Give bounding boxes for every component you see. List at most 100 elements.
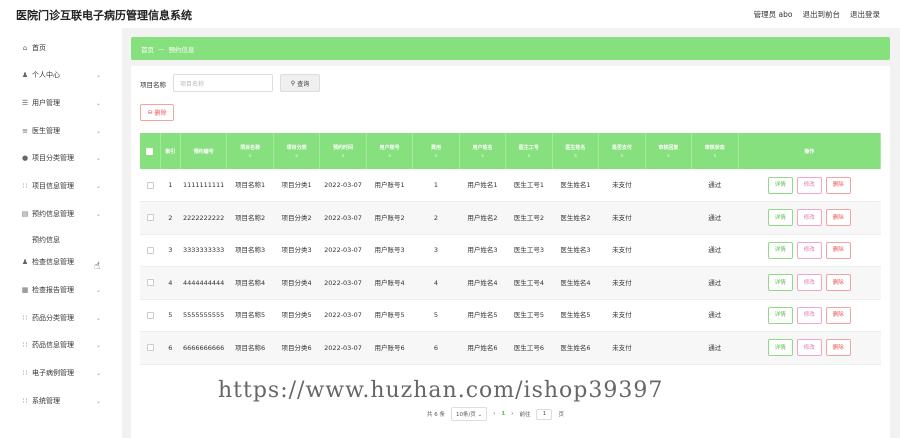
- sidebar-item[interactable]: ▤ 预约信息管理 ⌄: [0, 204, 122, 224]
- sidebar-item[interactable]: ≡ 医生管理 ⌄: [0, 121, 122, 141]
- page-size-select[interactable]: 10条/页 ⌄: [451, 407, 488, 421]
- detail-button[interactable]: 详情: [767, 176, 793, 194]
- row-checkbox-cell[interactable]: [140, 201, 161, 235]
- edit-button[interactable]: 修改: [796, 209, 822, 227]
- edit-button[interactable]: 修改: [796, 274, 822, 292]
- edit-button[interactable]: 修改: [796, 176, 822, 194]
- table-row[interactable]: 3 3333333333 项目名称3 项目分类3 2022-03-07 用户账号3 3 用户姓…: [140, 234, 881, 267]
- column-header[interactable]: 操作: [738, 133, 882, 169]
- cell-fee-value: 6: [433, 343, 439, 352]
- sidebar-item[interactable]: ♟ 个人中心 ⌄: [0, 65, 122, 85]
- chevron-down-icon: ⌄: [96, 182, 102, 190]
- sidebar-item[interactable]: ▦ 检查报告管理 ⌄: [0, 280, 122, 300]
- sidebar-item[interactable]: ☰ 用户管理 ⌄: [0, 93, 122, 113]
- column-header[interactable]: 是否支付 ⇅: [598, 133, 646, 169]
- column-header[interactable]: 预约时间 ⇅: [319, 133, 367, 169]
- column-header[interactable]: 索引: [160, 133, 181, 169]
- row-checkbox[interactable]: [146, 344, 154, 352]
- cell-category-value: 项目分类4: [281, 278, 312, 287]
- sort-icon[interactable]: ⇅: [553, 153, 598, 158]
- sidebar-item[interactable]: ∷ 电子病例管理 ⌄: [0, 363, 122, 383]
- row-checkbox-cell[interactable]: [140, 169, 161, 202]
- next-page-button[interactable]: ›: [511, 411, 513, 417]
- detail-button[interactable]: 详情: [767, 209, 793, 227]
- detail-button[interactable]: 详情: [767, 339, 793, 357]
- search-button[interactable]: ⚲ 查询: [280, 74, 320, 92]
- edit-button[interactable]: 修改: [796, 339, 822, 357]
- table-row[interactable]: 4 4444444444 项目名称4 项目分类4 2022-03-07 用户账号4 4 用户姓…: [140, 266, 881, 300]
- column-header[interactable]: 用户姓名 ⇅: [459, 133, 507, 169]
- row-checkbox[interactable]: [146, 181, 154, 189]
- prev-page-button[interactable]: ‹: [493, 411, 495, 417]
- sidebar-item[interactable]: ∷ 项目信息管理 ⌄: [0, 176, 122, 196]
- cell-project-value: 项目名称6: [235, 343, 266, 352]
- sort-icon[interactable]: ⇅: [506, 153, 551, 158]
- delete-button[interactable]: 删除: [825, 209, 851, 227]
- edit-button[interactable]: 修改: [796, 241, 822, 259]
- cell-fee: 4: [412, 266, 460, 300]
- table-row[interactable]: 2 2222222222 项目名称2 项目分类2 2022-03-07 用户账号2 2 用户姓…: [140, 201, 881, 235]
- cell-category-value: 项目分类3: [281, 246, 312, 255]
- cell-paid: 未支付: [598, 234, 646, 267]
- row-checkbox[interactable]: [146, 214, 154, 222]
- table-row[interactable]: 5 5555555555 项目名称5 项目分类5 2022-03-07 用户账号5 5 用户姓…: [140, 299, 881, 332]
- sidebar-subitem-appointment[interactable]: 预约信息: [32, 235, 60, 245]
- search-icon: ⚲: [290, 79, 296, 87]
- column-header[interactable]: 医生姓名 ⇅: [552, 133, 600, 169]
- delete-button[interactable]: 删除: [825, 274, 851, 292]
- row-checkbox[interactable]: [146, 279, 154, 287]
- current-user: 管理员 abo: [753, 10, 793, 19]
- delete-button[interactable]: 删除: [825, 176, 851, 194]
- column-header[interactable]: 审核状态 ⇅: [691, 133, 739, 169]
- detail-button[interactable]: 详情: [767, 274, 793, 292]
- sort-icon[interactable]: ⇅: [274, 153, 319, 158]
- row-checkbox-cell[interactable]: [140, 266, 161, 300]
- select-all-checkbox[interactable]: [146, 147, 154, 155]
- edit-button[interactable]: 修改: [796, 306, 822, 324]
- sidebar-item[interactable]: ∷ 药品信息管理 ⌄: [0, 335, 122, 355]
- breadcrumb-current: 预约信息: [168, 45, 195, 54]
- column-header[interactable]: 项目分类 ⇅: [273, 133, 321, 169]
- sort-icon[interactable]: ⇅: [227, 153, 272, 158]
- sidebar-item[interactable]: ∷ 系统管理 ⌄: [0, 391, 122, 411]
- column-header[interactable]: 用户账号 ⇅: [366, 133, 414, 169]
- app-title: 医院门诊互联电子病历管理信息系统: [16, 9, 192, 22]
- sort-icon[interactable]: ⇅: [692, 153, 737, 158]
- row-checkbox-cell[interactable]: [140, 234, 161, 267]
- sort-icon[interactable]: ⇅: [367, 153, 412, 158]
- sidebar-item[interactable]: ● 项目分类管理 ⌄: [0, 148, 122, 168]
- sidebar-item[interactable]: ⌂ 首页: [0, 38, 122, 58]
- column-header[interactable]: 项目名称 ⇅: [226, 133, 274, 169]
- row-checkbox-cell[interactable]: [140, 331, 161, 365]
- delete-button[interactable]: 删除: [825, 339, 851, 357]
- sort-icon[interactable]: ⇅: [413, 153, 458, 158]
- row-checkbox[interactable]: [146, 311, 154, 319]
- sort-icon[interactable]: ⇅: [599, 153, 644, 158]
- detail-button[interactable]: 详情: [767, 306, 793, 324]
- row-checkbox[interactable]: [146, 246, 154, 254]
- logout-link[interactable]: 退出登录: [850, 9, 880, 20]
- cell-docid: 医生工号2: [505, 201, 553, 235]
- detail-button[interactable]: 详情: [767, 241, 793, 259]
- sidebar-item[interactable]: ♟ 检查信息管理 ⌄: [0, 252, 122, 272]
- search-input[interactable]: 项目名称: [173, 74, 273, 92]
- goto-page-input[interactable]: 1: [536, 408, 553, 420]
- table-row[interactable]: 1 1111111111 项目名称1 项目分类1 2022-03-07 用户账号1 1 用户姓…: [140, 169, 881, 202]
- column-header[interactable]: 预约编号: [180, 133, 228, 169]
- sort-icon[interactable]: ⇅: [460, 153, 505, 158]
- sort-icon[interactable]: ⇅: [320, 153, 365, 158]
- column-header[interactable]: 审核回复 ⇅: [645, 133, 693, 169]
- delete-button[interactable]: 删除: [825, 241, 851, 259]
- row-checkbox-cell[interactable]: [140, 299, 161, 332]
- breadcrumb-home[interactable]: 首页: [141, 44, 154, 54]
- table-row[interactable]: 6 6666666666 项目名称6 项目分类6 2022-03-07 用户账号6 6 用户姓…: [140, 331, 881, 365]
- delete-button[interactable]: 删除: [825, 306, 851, 324]
- goto-frontend-link[interactable]: 退出到前台: [803, 9, 841, 20]
- sidebar-item[interactable]: ∷ 药品分类管理 ⌄: [0, 308, 122, 328]
- sort-icon[interactable]: ⇅: [646, 153, 691, 158]
- batch-delete-button[interactable]: ⊖ 删除: [140, 104, 174, 121]
- column-header[interactable]: 费用 ⇅: [412, 133, 460, 169]
- column-header[interactable]: 医生工号 ⇅: [505, 133, 553, 169]
- current-page[interactable]: 1: [501, 411, 505, 417]
- select-all-checkbox-cell[interactable]: [140, 133, 161, 169]
